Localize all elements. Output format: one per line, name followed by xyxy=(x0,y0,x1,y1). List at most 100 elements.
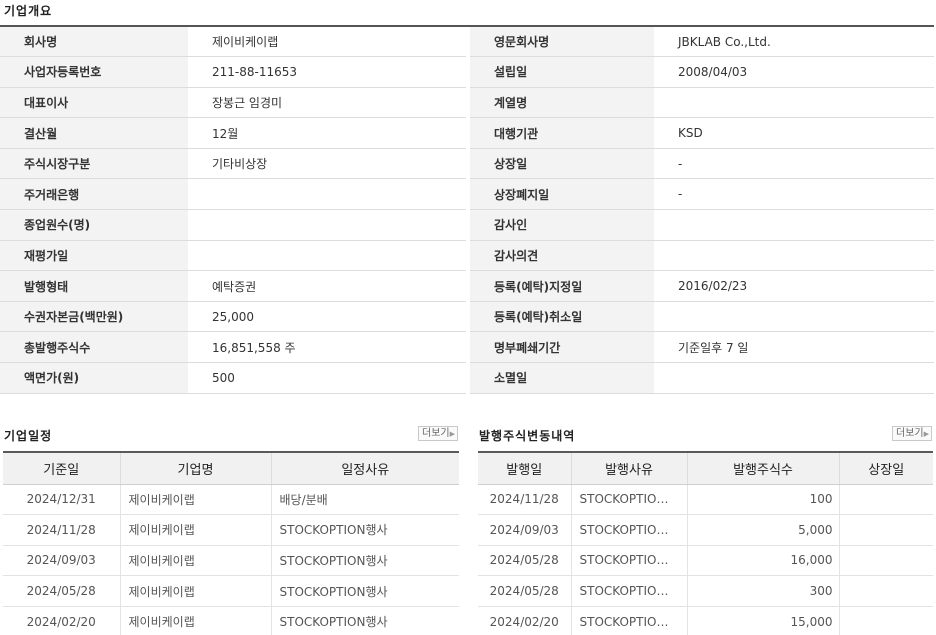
table-cell: 16,000 xyxy=(687,545,840,577)
issuance-title: 발행주식변동내역 xyxy=(479,429,576,443)
more-label: 더보기 xyxy=(896,428,924,439)
table-cell: 2024/05/28 xyxy=(478,545,572,577)
field-value: KSD xyxy=(654,117,934,149)
overview-row: 수권자본금(백만원) 25,000 등록(예탁)취소일 xyxy=(0,301,934,333)
column-header: 상장일 xyxy=(839,452,933,485)
field-label: 상장일 xyxy=(470,148,654,180)
table-cell: 제이비케이랩 xyxy=(120,575,272,607)
table-cell: STOCKOPTION행사 xyxy=(271,575,459,607)
field-label: 액면가(원) xyxy=(0,362,188,394)
overview-row: 사업자등록번호 211-88-11653 설립일 2008/04/03 xyxy=(0,56,934,88)
field-label: 감사의견 xyxy=(470,240,654,272)
table-cell: 제이비케이랩 xyxy=(120,484,272,516)
table-row[interactable]: 2024/02/20 STOCKOPTIO… 15,000 xyxy=(478,606,933,635)
field-label: 명부폐쇄기간 xyxy=(470,331,654,364)
field-value xyxy=(654,362,934,394)
field-label: 영문회사명 xyxy=(470,26,654,58)
table-cell: 2024/02/20 xyxy=(3,606,121,635)
table-cell: 100 xyxy=(687,484,840,516)
overview-row: 대표이사 장봉근 임경미 계열명 xyxy=(0,87,934,119)
overview-row: 회사명 제이비케이랩 영문회사명 JBKLAB Co.,Ltd. xyxy=(0,26,934,58)
field-label: 계열명 xyxy=(470,87,654,119)
table-cell xyxy=(839,484,933,516)
table-cell: 2024/05/28 xyxy=(3,575,121,607)
table-row[interactable]: 2024/05/28 STOCKOPTIO… 16,000 xyxy=(478,545,933,577)
table-row[interactable]: 2024/05/28 제이비케이랩 STOCKOPTION행사 xyxy=(3,575,459,607)
overview-row: 결산월 12월 대행기관 KSD xyxy=(0,117,934,149)
table-cell xyxy=(839,514,933,546)
field-label: 등록(예탁)지정일 xyxy=(470,270,654,302)
field-value: JBKLAB Co.,Ltd. xyxy=(654,26,934,58)
column-header: 발행주식수 xyxy=(687,452,840,485)
field-value: 예탁증권 xyxy=(188,270,466,302)
field-value xyxy=(654,209,934,241)
field-value: 12월 xyxy=(188,117,466,149)
table-cell: 2024/12/31 xyxy=(3,484,121,516)
field-value xyxy=(188,178,466,211)
table-row[interactable]: 2024/09/03 제이비케이랩 STOCKOPTION행사 xyxy=(3,545,459,577)
table-row[interactable]: 2024/11/28 STOCKOPTIO… 100 xyxy=(478,484,933,516)
field-label: 종업원수(명) xyxy=(0,209,188,241)
field-label: 대표이사 xyxy=(0,87,188,119)
overview-row: 주식시장구분 기타비상장 상장일 - xyxy=(0,148,934,180)
table-row[interactable]: 2024/11/28 제이비케이랩 STOCKOPTION행사 xyxy=(3,514,459,546)
table-row[interactable]: 2024/09/03 STOCKOPTIO… 5,000 xyxy=(478,514,933,546)
table-row[interactable]: 2024/02/20 제이비케이랩 STOCKOPTION행사 xyxy=(3,606,459,635)
table-row[interactable]: 2024/05/28 STOCKOPTIO… 300 xyxy=(478,575,933,607)
field-value: 211-88-11653 xyxy=(188,56,466,88)
field-value: 2008/04/03 xyxy=(654,56,934,88)
column-header: 일정사유 xyxy=(271,452,459,485)
issuance-more-button[interactable]: 더보기▶ xyxy=(892,426,932,441)
schedule-title: 기업일정 xyxy=(4,429,53,443)
table-cell: STOCKOPTION행사 xyxy=(271,606,459,635)
field-value: 제이비케이랩 xyxy=(188,26,466,58)
table-cell: 2024/11/28 xyxy=(3,514,121,546)
table-cell: STOCKOPTION행사 xyxy=(271,545,459,577)
table-row[interactable]: 2024/12/31 제이비케이랩 배당/분배 xyxy=(3,484,459,516)
table-cell xyxy=(839,545,933,577)
field-value xyxy=(188,209,466,241)
table-cell: STOCKOPTIO… xyxy=(571,575,688,607)
overview-row: 주거래은행 상장폐지일 - xyxy=(0,178,934,211)
field-label: 재평가일 xyxy=(0,240,188,272)
overview-table: 회사명 제이비케이랩 영문회사명 JBKLAB Co.,Ltd. 사업자등록번호 211-… xyxy=(0,25,934,394)
field-label: 주식시장구분 xyxy=(0,148,188,180)
overview-title: 기업개요 xyxy=(4,4,53,18)
field-value: - xyxy=(654,178,934,211)
field-value xyxy=(188,240,466,272)
overview-row: 총발행주식수 16,851,558 주 명부폐쇄기간 기준일후 7 일 xyxy=(0,331,934,364)
field-label: 사업자등록번호 xyxy=(0,56,188,88)
field-label: 감사인 xyxy=(470,209,654,241)
field-value: 25,000 xyxy=(188,301,466,333)
column-header: 발행일 xyxy=(478,452,572,485)
field-label: 수권자본금(백만원) xyxy=(0,301,188,333)
column-header: 기업명 xyxy=(120,452,272,485)
issuance-table: 발행일 발행사유 발행주식수 상장일 2024/11/28 STOCKOPTIO… 100… xyxy=(478,451,933,635)
field-label: 소멸일 xyxy=(470,362,654,394)
arrow-right-icon: ▶ xyxy=(449,430,455,438)
field-label: 대행기관 xyxy=(470,117,654,149)
field-value xyxy=(654,87,934,119)
field-value: 2016/02/23 xyxy=(654,270,934,302)
field-label: 등록(예탁)취소일 xyxy=(470,301,654,333)
field-label: 설립일 xyxy=(470,56,654,88)
table-cell: STOCKOPTIO… xyxy=(571,484,688,516)
table-cell: STOCKOPTION행사 xyxy=(271,514,459,546)
overview-row: 재평가일 감사의견 xyxy=(0,240,934,272)
table-cell: 2024/09/03 xyxy=(3,545,121,577)
field-label: 주거래은행 xyxy=(0,178,188,211)
column-header: 기준일 xyxy=(3,452,121,485)
field-label: 결산월 xyxy=(0,117,188,149)
field-value: 기준일후 7 일 xyxy=(654,331,934,364)
field-label: 발행형태 xyxy=(0,270,188,302)
schedule-table: 기준일 기업명 일정사유 2024/12/31 제이비케이랩 배당/분배 2024/11/… xyxy=(3,451,459,635)
table-cell xyxy=(839,575,933,607)
column-header: 발행사유 xyxy=(571,452,688,485)
more-label: 더보기 xyxy=(422,428,450,439)
table-cell: STOCKOPTIO… xyxy=(571,514,688,546)
table-cell: 300 xyxy=(687,575,840,607)
table-cell: 2024/05/28 xyxy=(478,575,572,607)
field-label: 회사명 xyxy=(0,26,188,58)
schedule-more-button[interactable]: 더보기▶ xyxy=(418,426,458,441)
table-cell: STOCKOPTIO… xyxy=(571,606,688,635)
